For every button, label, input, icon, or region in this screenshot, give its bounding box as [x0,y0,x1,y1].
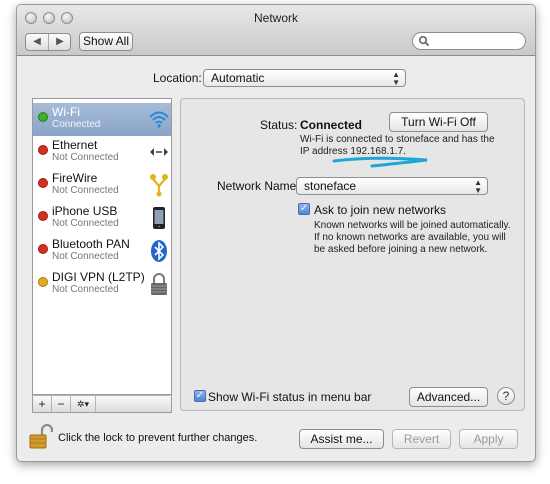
wifi-icon [149,111,169,128]
status-dot-yellow [38,277,48,287]
service-status: Not Connected [52,185,119,196]
status-dot-green [38,112,48,122]
service-name: FireWire [52,171,98,185]
show-wifi-status-checkbox[interactable]: ✓ [194,390,206,402]
service-item-ethernet[interactable]: Ethernet Not Connected [33,136,171,169]
network-name-popup[interactable]: stoneface ▲ ▼ [296,177,488,195]
firewire-icon [150,174,168,197]
location-label: Location: [153,71,202,85]
add-service-button[interactable]: + [33,396,52,412]
ask-join-desc-line1: Known networks will be joined automatica… [314,220,511,231]
service-list-controls: + − ✲▾ [32,395,172,413]
forward-arrow-icon: ▶ [56,36,64,47]
search-icon [419,36,430,47]
ask-join-desc-line3: be asked before joining a new network. [314,244,488,255]
status-dot-red [38,244,48,254]
lock-text: Click the lock to prevent further change… [58,432,258,444]
back-button[interactable]: ◀ [26,34,49,50]
toolbar: Network ◀ ▶ Show All [17,5,535,56]
service-item-bluetooth-pan[interactable]: Bluetooth PAN Not Connected [33,235,171,268]
service-item-firewire[interactable]: FireWire Not Connected [33,169,171,202]
service-item-iphone-usb[interactable]: iPhone USB Not Connected [33,202,171,235]
apply-button[interactable]: Apply [459,429,518,449]
status-dot-red [38,178,48,188]
status-dot-red [38,145,48,155]
status-label: Status: [260,118,298,132]
show-all-button[interactable]: Show All [79,32,133,51]
bluetooth-icon [151,240,167,262]
location-value: Automatic [211,71,265,85]
network-preferences-window: Network ◀ ▶ Show All Location: Automatic… [16,4,536,462]
back-forward-control: ◀ ▶ [25,33,71,51]
remove-service-button[interactable]: − [52,396,71,412]
service-status: Connected [52,119,101,130]
service-status: Not Connected [52,251,119,262]
turn-wifi-off-button[interactable]: Turn Wi-Fi Off [389,112,488,132]
ask-join-checkbox[interactable]: ✓ [298,203,310,215]
service-status: Not Connected [52,152,119,163]
window-title: Network [253,11,298,25]
assist-me-button[interactable]: Assist me... [299,429,384,449]
revert-button[interactable]: Revert [392,429,451,449]
forward-button[interactable]: ▶ [49,34,71,50]
vpn-lock-icon [151,273,167,295]
location-popup[interactable]: Automatic ▲ ▼ [203,69,406,87]
status-dot-red [38,211,48,221]
service-name: iPhone USB [52,204,118,218]
service-item-digi-vpn[interactable]: DIGI VPN (L2TP) Not Connected [33,268,171,301]
show-wifi-status-label: Show Wi-Fi status in menu bar [208,390,372,404]
network-name-value: stoneface [304,179,357,193]
service-name: Wi-Fi [52,105,80,119]
service-status: Not Connected [52,284,119,295]
popup-arrows-icon: ▲ ▼ [392,70,400,87]
service-status: Not Connected [52,218,119,229]
ask-join-label: Ask to join new networks [314,203,447,217]
help-button[interactable]: ? [497,387,515,405]
ask-join-desc-line2: If no known networks are available, you … [314,232,506,243]
popup-arrows-icon: ▲ ▼ [474,178,482,195]
service-name: Bluetooth PAN [52,237,130,251]
network-name-label: Network Name: [217,179,300,193]
back-arrow-icon: ◀ [33,36,41,47]
service-name: DIGI VPN (L2TP) [52,270,145,284]
service-item-wifi[interactable]: Wi-Fi Connected [33,103,171,136]
status-value: Connected [300,118,363,132]
status-description-line1: Wi-Fi is connected to stoneface and has … [300,134,495,145]
ethernet-icon [150,148,168,156]
search-input[interactable] [433,34,521,48]
search-field[interactable] [412,32,526,50]
action-gear-button[interactable]: ✲▾ [71,396,96,412]
highlight-underline [332,156,428,168]
service-list: Wi-Fi Connected Ethernet Not Connected F… [32,98,172,395]
iphone-icon [153,207,165,229]
service-name: Ethernet [52,138,98,152]
advanced-button[interactable]: Advanced... [409,387,488,407]
lock-icon[interactable] [29,424,53,450]
